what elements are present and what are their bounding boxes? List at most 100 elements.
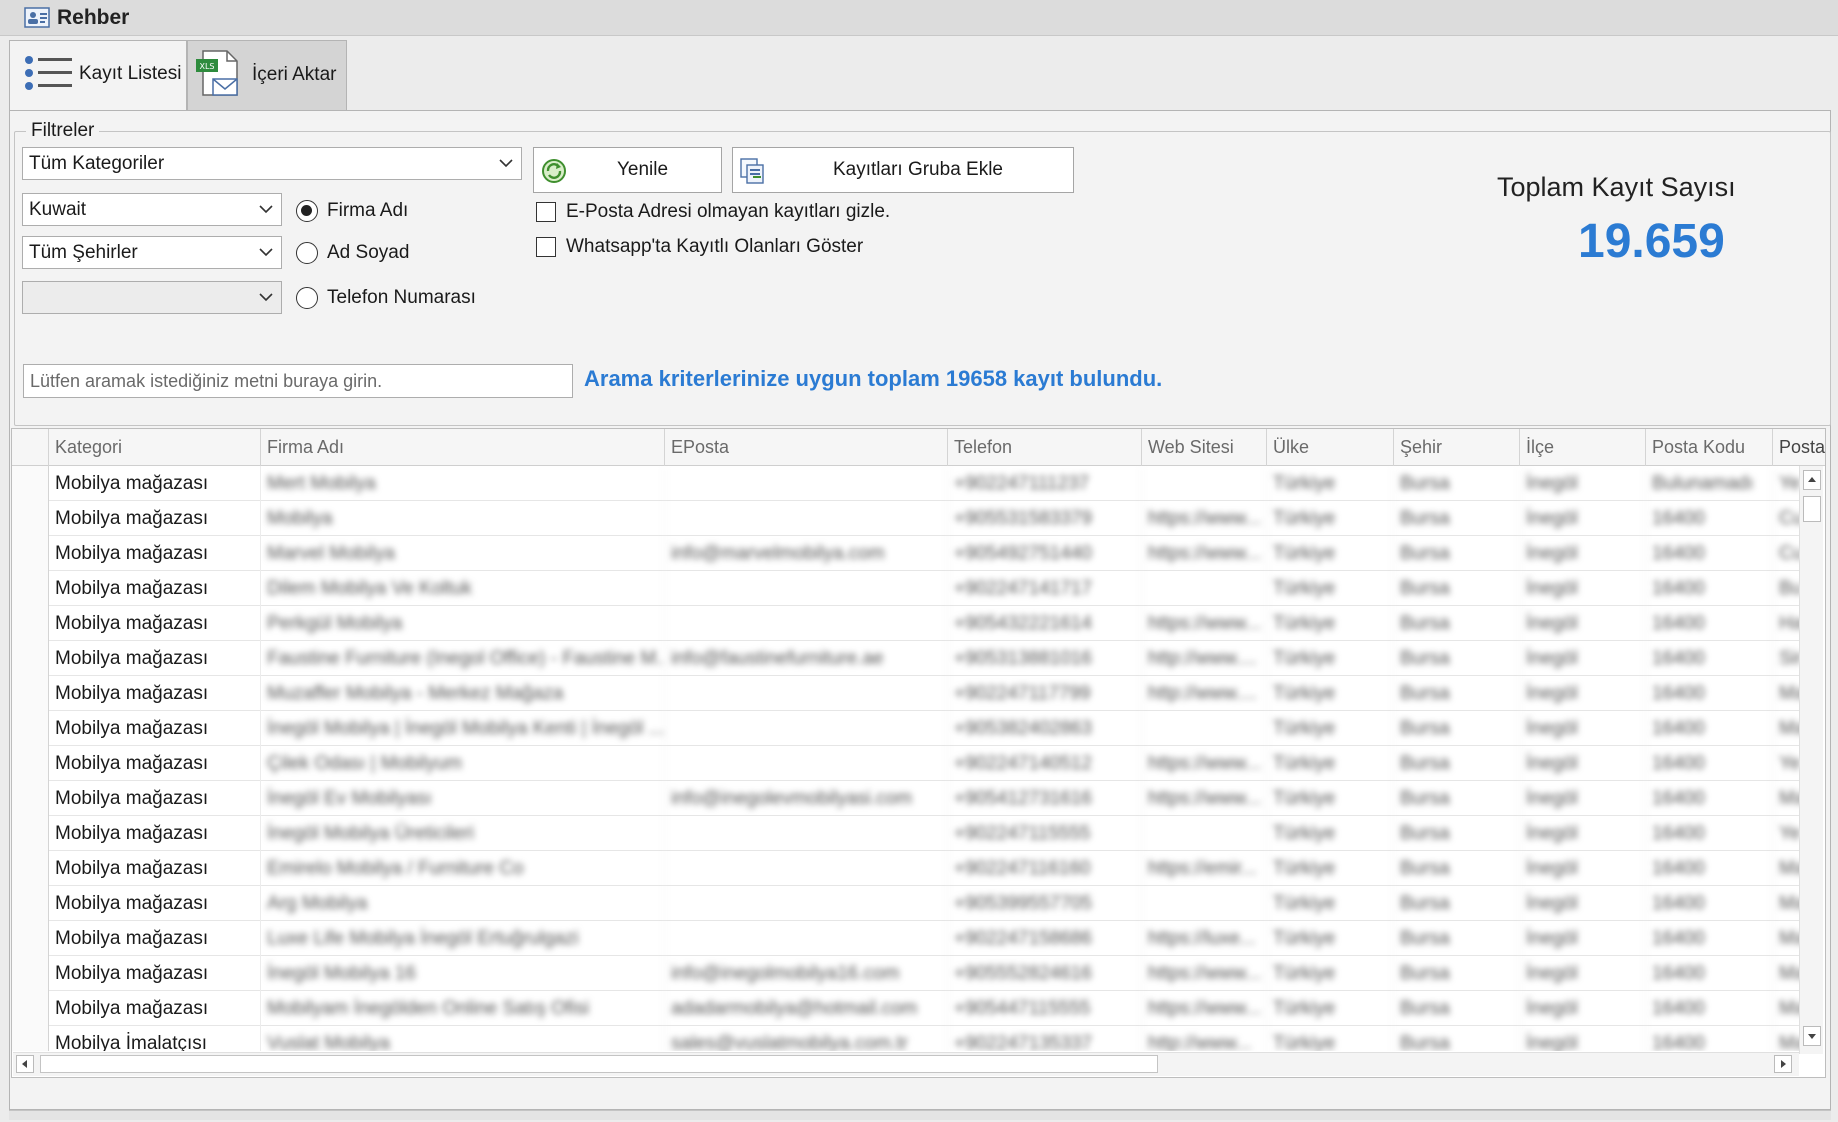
cell-address[interactable]: Ma xyxy=(1773,886,1802,921)
cell-category[interactable]: Mobilya mağazası xyxy=(49,466,261,501)
table-row[interactable]: Mobilya mağazası Luxe Life Mobilya İnegöl… xyxy=(12,921,1802,956)
add-to-group-button[interactable]: Kayıtları Gruba Ekle xyxy=(732,147,1074,193)
cell-district[interactable]: İnegöl xyxy=(1520,536,1646,571)
cell-phone[interactable]: +902247158686 xyxy=(948,921,1142,956)
cell-phone[interactable]: +902247141717 xyxy=(948,571,1142,606)
hide-no-email-checkbox[interactable]: E-Posta Adresi olmayan kayıtları gizle. xyxy=(536,201,890,223)
cell-district[interactable]: İnegöl xyxy=(1520,1026,1646,1051)
cell-category[interactable]: Mobilya İmalatçısı xyxy=(49,1026,261,1051)
cell-category[interactable]: Mobilya mağazası xyxy=(49,746,261,781)
column-header-address[interactable]: Posta xyxy=(1773,429,1825,466)
row-header[interactable] xyxy=(12,571,49,606)
scroll-up-icon[interactable] xyxy=(1803,470,1821,490)
cell-country[interactable]: Türkiye xyxy=(1267,816,1394,851)
cell-company[interactable]: Mobilya xyxy=(261,501,665,536)
table-row[interactable]: Mobilya mağazası Mert Mobilya +90224711123… xyxy=(12,466,1802,501)
cell-district[interactable]: İnegöl xyxy=(1520,781,1646,816)
cell-city[interactable]: Bursa xyxy=(1394,781,1520,816)
row-header[interactable] xyxy=(12,711,49,746)
cell-category[interactable]: Mobilya mağazası xyxy=(49,501,261,536)
cell-website[interactable]: https://www... xyxy=(1142,536,1267,571)
table-row[interactable]: Mobilya mağazası Arg Mobilya +905399557705… xyxy=(12,886,1802,921)
cell-website[interactable]: https://www... xyxy=(1142,781,1267,816)
column-header-city[interactable]: Şehir xyxy=(1394,429,1520,466)
cell-district[interactable]: İnegöl xyxy=(1520,676,1646,711)
table-row[interactable]: Mobilya mağazası İnegöl Mobilya | İnegöl … xyxy=(12,711,1802,746)
cell-website[interactable] xyxy=(1142,816,1267,851)
cell-country[interactable]: Türkiye xyxy=(1267,536,1394,571)
cell-address[interactable]: Ye xyxy=(1773,466,1802,501)
column-header-company[interactable]: Firma Adı xyxy=(261,429,665,466)
cell-phone[interactable]: +905399557705 xyxy=(948,886,1142,921)
column-header-website[interactable]: Web Sitesi xyxy=(1142,429,1267,466)
cell-address[interactable]: Bu xyxy=(1773,571,1802,606)
cell-category[interactable]: Mobilya mağazası xyxy=(49,991,261,1026)
cell-category[interactable]: Mobilya mağazası xyxy=(49,571,261,606)
cell-website[interactable]: https://www... xyxy=(1142,606,1267,641)
cell-country[interactable]: Türkiye xyxy=(1267,991,1394,1026)
cell-category[interactable]: Mobilya mağazası xyxy=(49,956,261,991)
cell-country[interactable]: Türkiye xyxy=(1267,746,1394,781)
row-header[interactable] xyxy=(12,641,49,676)
district-dropdown[interactable] xyxy=(22,281,282,314)
cell-phone[interactable]: +905492751440 xyxy=(948,536,1142,571)
cell-company[interactable]: İnegöl Mobilya 16 xyxy=(261,956,665,991)
table-row[interactable]: Mobilya mağazası İnegöl Mobilya Üreticile… xyxy=(12,816,1802,851)
cell-email[interactable]: info@inegolevmobilyasi.com xyxy=(665,781,948,816)
cell-address[interactable]: Ma xyxy=(1773,781,1802,816)
cell-email[interactable] xyxy=(665,466,948,501)
cell-district[interactable]: İnegöl xyxy=(1520,466,1646,501)
cell-country[interactable]: Türkiye xyxy=(1267,956,1394,991)
cell-postal-code[interactable]: 16400 xyxy=(1646,606,1773,641)
cell-email[interactable] xyxy=(665,816,948,851)
cell-phone[interactable]: +905412731616 xyxy=(948,781,1142,816)
column-header-postal-code[interactable]: Posta Kodu xyxy=(1646,429,1773,466)
cell-city[interactable]: Bursa xyxy=(1394,956,1520,991)
cell-address[interactable]: Ma xyxy=(1773,851,1802,886)
cell-postal-code[interactable]: 16400 xyxy=(1646,781,1773,816)
scroll-down-icon[interactable] xyxy=(1803,1026,1821,1046)
cell-category[interactable]: Mobilya mağazası xyxy=(49,711,261,746)
cell-phone[interactable]: +902247117799 xyxy=(948,676,1142,711)
cell-city[interactable]: Bursa xyxy=(1394,676,1520,711)
cell-city[interactable]: Bursa xyxy=(1394,991,1520,1026)
cell-phone[interactable]: +902247111237 xyxy=(948,466,1142,501)
cell-website[interactable]: https://www... xyxy=(1142,991,1267,1026)
cell-website[interactable]: http://www.... xyxy=(1142,641,1267,676)
cell-email[interactable] xyxy=(665,711,948,746)
cell-district[interactable]: İnegöl xyxy=(1520,886,1646,921)
row-header[interactable] xyxy=(12,816,49,851)
cell-company[interactable]: Faustine Furniture (Inegol Office) - Fau… xyxy=(261,641,665,676)
cell-company[interactable]: İnegöl Ev Mobilyası xyxy=(261,781,665,816)
table-row[interactable]: Mobilya mağazası İnegöl Ev Mobilyası info@… xyxy=(12,781,1802,816)
cell-country[interactable]: Türkiye xyxy=(1267,711,1394,746)
radio-full-name[interactable]: Ad Soyad xyxy=(296,242,409,264)
cell-website[interactable] xyxy=(1142,466,1267,501)
row-header[interactable] xyxy=(12,991,49,1026)
cell-city[interactable]: Bursa xyxy=(1394,571,1520,606)
cell-email[interactable] xyxy=(665,501,948,536)
tab-import[interactable]: XLS İçeri Aktar xyxy=(187,40,347,110)
vertical-scrollbar[interactable] xyxy=(1799,466,1823,1054)
row-header[interactable] xyxy=(12,956,49,991)
table-row[interactable]: Mobilya mağazası Mobilyam İnegölden Onlin… xyxy=(12,991,1802,1026)
cell-company[interactable]: Muzaffer Mobilya - Merkez Mağaza xyxy=(261,676,665,711)
cell-postal-code[interactable]: 16400 xyxy=(1646,501,1773,536)
cell-phone[interactable]: +905552824616 xyxy=(948,956,1142,991)
row-header[interactable] xyxy=(12,466,49,501)
cell-phone[interactable]: +905531583379 xyxy=(948,501,1142,536)
refresh-button[interactable]: Yenile xyxy=(533,147,722,193)
row-header[interactable] xyxy=(12,851,49,886)
cell-address[interactable]: Ma xyxy=(1773,991,1802,1026)
country-dropdown[interactable]: Kuwait xyxy=(22,193,282,226)
cell-company[interactable]: Arg Mobilya xyxy=(261,886,665,921)
cell-company[interactable]: Vuslat Mobilya xyxy=(261,1026,665,1051)
cell-category[interactable]: Mobilya mağazası xyxy=(49,851,261,886)
cell-phone[interactable]: +902247140512 xyxy=(948,746,1142,781)
cell-company[interactable]: Marvel Mobilya xyxy=(261,536,665,571)
cell-district[interactable]: İnegöl xyxy=(1520,956,1646,991)
cell-address[interactable]: Ma xyxy=(1773,1026,1802,1051)
row-header[interactable] xyxy=(12,886,49,921)
cell-phone[interactable]: +905432221614 xyxy=(948,606,1142,641)
cell-company[interactable]: Mert Mobilya xyxy=(261,466,665,501)
